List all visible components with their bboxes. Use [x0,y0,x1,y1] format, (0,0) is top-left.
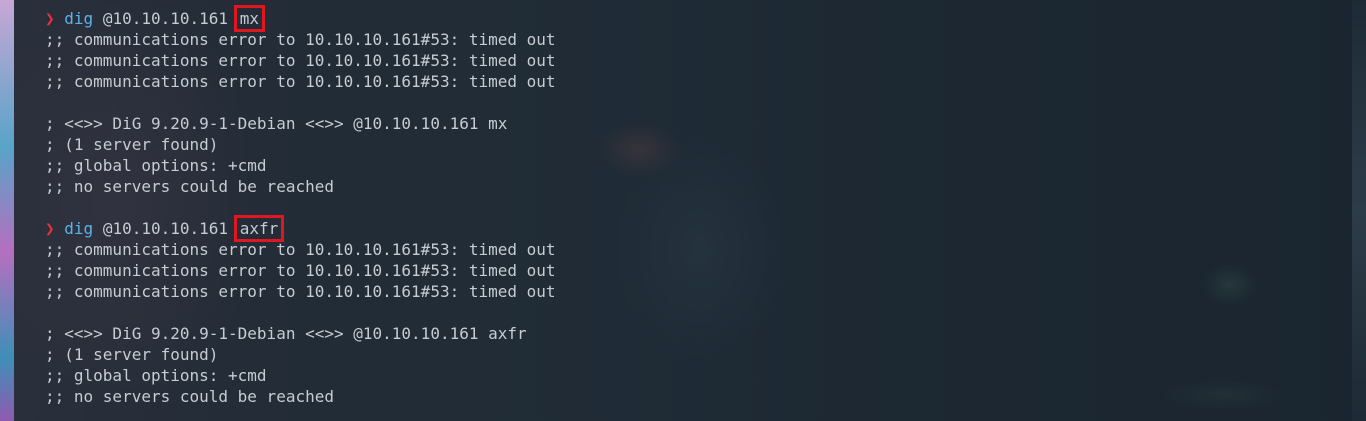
terminal-output: ❯ dig @10.10.10.161 mx ;; communications… [45,5,1045,407]
global-options-line: ;; global options: +cmd [45,366,267,385]
error-line: ;; communications error to 10.10.10.161#… [45,240,556,259]
prompt-arrow-icon: ❯ [45,219,55,238]
error-line: ;; communications error to 10.10.10.161#… [45,282,556,301]
result-line: ;; no servers could be reached [45,387,334,406]
error-line: ;; communications error to 10.10.10.161#… [45,51,556,70]
global-options-line: ;; global options: +cmd [45,156,267,175]
servers-found-line: ; (1 server found) [45,345,219,364]
window-edge-right [1352,0,1366,421]
command-name: dig [64,9,94,28]
dig-header-line: ; <<>> DiG 9.20.9-1-Debian <<>> @10.10.1… [45,324,527,343]
terminal-window[interactable]: ❯ dig @10.10.10.161 mx ;; communications… [14,0,1352,421]
command-name: dig [64,219,94,238]
prompt-arrow-icon: ❯ [45,9,55,28]
result-line: ;; no servers could be reached [45,177,334,196]
error-line: ;; communications error to 10.10.10.161#… [45,72,556,91]
dig-header-line: ; <<>> DiG 9.20.9-1-Debian <<>> @10.10.1… [45,114,508,133]
error-line: ;; communications error to 10.10.10.161#… [45,30,556,49]
command-server-arg: @10.10.10.161 [102,219,229,238]
window-edge-left [0,0,14,421]
highlighted-query-type: axfr [233,215,285,242]
command-server-arg: @10.10.10.161 [102,9,229,28]
error-line: ;; communications error to 10.10.10.161#… [45,261,556,280]
prompt-line: ❯ dig @10.10.10.161 mx [45,5,1045,32]
servers-found-line: ; (1 server found) [45,135,219,154]
highlighted-query-type: mx [233,5,266,32]
prompt-line: ❯ dig @10.10.10.161 axfr [45,215,1045,242]
